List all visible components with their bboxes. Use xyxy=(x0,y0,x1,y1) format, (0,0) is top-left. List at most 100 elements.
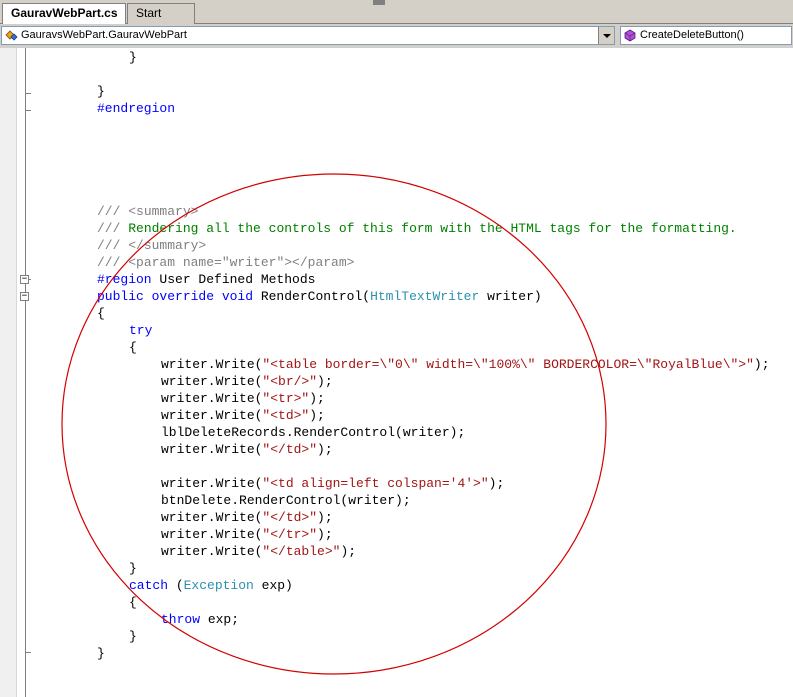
code-token: ); xyxy=(340,544,357,559)
code-token: ); xyxy=(317,510,333,525)
code-token: "</tr>" xyxy=(262,527,318,542)
code-token: #endregion xyxy=(97,101,176,116)
code-line[interactable]: #region User Defined Methods xyxy=(97,271,315,288)
code-token: Exception xyxy=(183,578,254,593)
code-line[interactable]: { xyxy=(129,339,137,356)
code-token: RenderControl( xyxy=(253,289,371,304)
code-token: ); xyxy=(317,442,333,457)
type-selector-dropdown[interactable]: GauravsWebPart.GauravWebPart xyxy=(1,26,615,45)
code-token: { xyxy=(129,595,137,610)
code-line[interactable]: writer.Write("<br/>"); xyxy=(161,373,333,390)
code-line[interactable]: /// <param name="writer"></param> xyxy=(97,254,354,271)
code-line[interactable]: } xyxy=(97,83,105,100)
code-token: ); xyxy=(488,476,505,491)
code-token: writer.Write( xyxy=(161,391,263,406)
code-line[interactable]: writer.Write("</table>"); xyxy=(161,543,356,560)
code-token: ); xyxy=(309,408,325,423)
code-line[interactable]: } xyxy=(97,645,105,662)
code-token: btnDelete.RenderControl(writer); xyxy=(161,493,411,508)
code-token: "</table>" xyxy=(262,544,341,559)
code-line[interactable]: btnDelete.RenderControl(writer); xyxy=(161,492,411,509)
strip-divider xyxy=(373,0,385,5)
tab-start-page[interactable]: Start Page xyxy=(127,3,195,39)
code-token: { xyxy=(129,340,137,355)
code-token: "<br/>" xyxy=(262,374,318,389)
code-token: lblDeleteRecords.RenderControl(writer); xyxy=(161,425,466,440)
document-tab-strip: GauravWebPart.cs Start Page xyxy=(0,0,793,39)
code-line[interactable]: { xyxy=(129,594,137,611)
code-line[interactable]: /// </summary> xyxy=(97,237,206,254)
code-token: ); xyxy=(753,357,770,372)
code-line[interactable]: writer.Write("<tr>"); xyxy=(161,390,325,407)
code-token: } xyxy=(129,629,137,644)
code-token: ); xyxy=(317,527,333,542)
code-line[interactable]: #endregion xyxy=(97,100,175,117)
code-line[interactable]: catch (Exception exp) xyxy=(129,577,293,594)
code-token: /// xyxy=(97,204,129,219)
member-selector-value: CreateDeleteButton() xyxy=(640,29,744,41)
code-line[interactable]: public override void RenderControl(HtmlT… xyxy=(97,288,542,305)
code-token: </summary> xyxy=(128,238,207,253)
code-token: "<td align=left colspan='4'>" xyxy=(262,476,489,491)
code-line[interactable]: throw exp; xyxy=(161,611,239,628)
code-token: <param name="writer"></param> xyxy=(128,255,355,270)
code-token: writer.Write( xyxy=(161,442,263,457)
code-token: try xyxy=(129,323,153,338)
code-token: { xyxy=(97,306,105,321)
code-token: ); xyxy=(317,374,333,389)
code-text[interactable]: } } #endregion /// <summary> /// Renderi… xyxy=(0,48,793,697)
code-token: User Defined Methods xyxy=(151,272,316,287)
code-line[interactable]: { xyxy=(97,305,105,322)
code-line[interactable]: } xyxy=(129,49,137,66)
code-token: ( xyxy=(168,578,184,593)
code-line[interactable]: writer.Write("<td>"); xyxy=(161,407,325,424)
code-line[interactable]: writer.Write("</tr>"); xyxy=(161,526,333,543)
code-token: throw xyxy=(161,612,201,627)
code-line[interactable]: writer.Write("<td align=left colspan='4'… xyxy=(161,475,504,492)
code-token: exp) xyxy=(253,578,293,593)
code-line[interactable]: writer.Write("<table border=\"0\" width=… xyxy=(161,356,770,373)
code-token: writer.Write( xyxy=(161,374,263,389)
chevron-down-icon[interactable] xyxy=(598,27,614,44)
code-token: "<td>" xyxy=(262,408,310,423)
code-token: writer.Write( xyxy=(161,357,263,372)
code-token: /// xyxy=(97,238,129,253)
code-token: } xyxy=(97,84,105,99)
code-line[interactable]: writer.Write("</td>"); xyxy=(161,509,333,526)
navigation-bar: GauravsWebPart.GauravWebPart CreateDelet… xyxy=(0,24,793,48)
code-token: "<table border=\"0\" width=\"100%\" BORD… xyxy=(262,357,754,372)
code-token: "</td>" xyxy=(262,442,318,457)
code-token: HtmlTextWriter xyxy=(370,289,480,304)
class-icon xyxy=(5,30,18,41)
code-token: "</td>" xyxy=(262,510,318,525)
code-editor[interactable]: − − } } #endregion /// <summary> /// Ren… xyxy=(0,48,793,697)
tab-gauravwebpart-cs[interactable]: GauravWebPart.cs xyxy=(2,3,126,25)
code-token: } xyxy=(129,50,137,65)
code-line[interactable]: writer.Write("</td>"); xyxy=(161,441,333,458)
member-selector-dropdown[interactable]: CreateDeleteButton() xyxy=(620,26,792,45)
code-token: writer) xyxy=(479,289,542,304)
code-line[interactable]: try xyxy=(129,322,152,339)
code-token: } xyxy=(97,646,105,661)
code-line[interactable]: lblDeleteRecords.RenderControl(writer); xyxy=(161,424,465,441)
code-line[interactable]: } xyxy=(129,628,137,645)
code-token: writer.Write( xyxy=(161,527,263,542)
code-token: /// xyxy=(97,255,129,270)
code-line[interactable]: /// Rendering all the controls of this f… xyxy=(97,220,737,237)
code-line[interactable]: /// <summary> xyxy=(97,203,198,220)
code-line[interactable]: } xyxy=(129,560,137,577)
code-token: exp; xyxy=(200,612,240,627)
code-token: public override void xyxy=(97,289,254,304)
code-token: writer.Write( xyxy=(161,510,263,525)
code-token: #region xyxy=(97,272,152,287)
code-token: /// xyxy=(97,221,129,236)
type-selector-value: GauravsWebPart.GauravWebPart xyxy=(21,29,187,41)
code-token: writer.Write( xyxy=(161,408,263,423)
code-token: ); xyxy=(309,391,325,406)
tab-label: GauravWebPart.cs xyxy=(11,6,118,20)
code-token: } xyxy=(129,561,137,576)
code-token: writer.Write( xyxy=(161,544,263,559)
method-icon xyxy=(624,29,636,42)
code-token: catch xyxy=(129,578,169,593)
code-token: writer.Write( xyxy=(161,476,263,491)
